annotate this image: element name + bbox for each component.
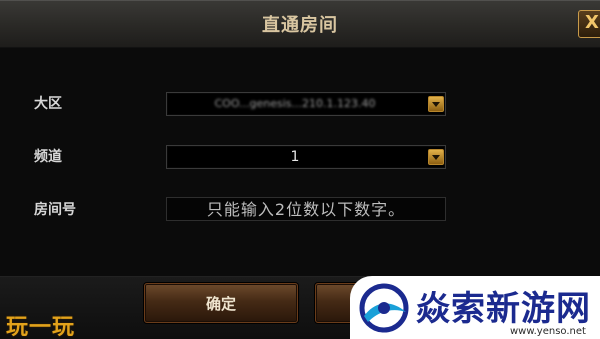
title-bar: 直通房间 bbox=[0, 0, 600, 48]
watermark-right-text: 焱索新游网 bbox=[416, 289, 591, 329]
chevron-down-icon[interactable] bbox=[428, 149, 444, 165]
confirm-button[interactable]: 确定 bbox=[144, 283, 298, 323]
region-value: COO...genesis...210.1.123.40 bbox=[214, 97, 376, 110]
region-label: 大区 bbox=[34, 96, 62, 112]
watermark-badge: 焱索新游网 www.yenso.net bbox=[350, 276, 600, 339]
logo-icon bbox=[359, 283, 409, 333]
direct-room-dialog: 直通房间 X 大区 COO...genesis...210.1.123.40 频… bbox=[0, 0, 600, 339]
room-number-input[interactable] bbox=[166, 197, 446, 221]
dialog-title: 直通房间 bbox=[262, 15, 338, 36]
region-select[interactable]: COO...genesis...210.1.123.40 bbox=[166, 92, 446, 116]
channel-value: 1 bbox=[290, 149, 300, 165]
close-button[interactable]: X bbox=[578, 10, 600, 38]
close-icon: X bbox=[585, 12, 599, 33]
chevron-down-icon[interactable] bbox=[428, 96, 444, 112]
room-number-label: 房间号 bbox=[34, 202, 76, 218]
watermark-url: www.yenso.net bbox=[510, 326, 586, 337]
watermark-left: 玩一玩 bbox=[6, 315, 76, 339]
channel-label: 频道 bbox=[34, 149, 62, 165]
channel-select[interactable]: 1 bbox=[166, 145, 446, 169]
